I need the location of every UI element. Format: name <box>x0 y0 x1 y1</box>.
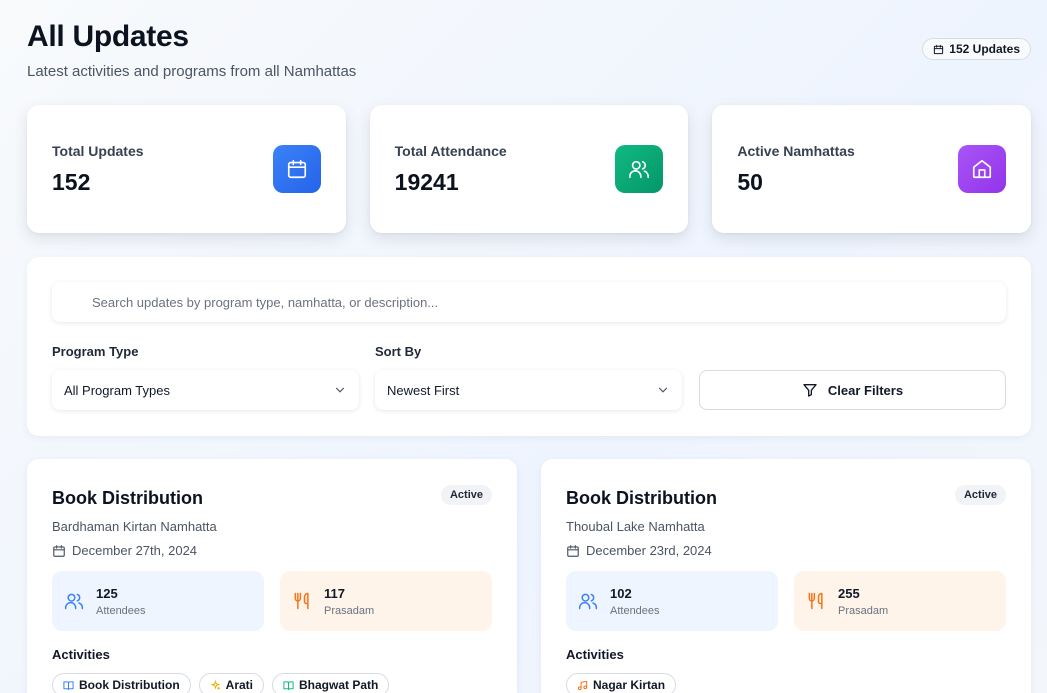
book-icon <box>283 680 294 690</box>
update-date: December 23rd, 2024 <box>566 543 1006 558</box>
updates-list: Book Distribution Active Bardhaman Kirta… <box>27 459 1031 693</box>
update-title: Book Distribution <box>566 488 717 508</box>
update-card[interactable]: Book Distribution Active Bardhaman Kirta… <box>27 459 517 693</box>
activity-label: Book Distribution <box>79 678 180 692</box>
update-card[interactable]: Book Distribution Active Thoubal Lake Na… <box>541 459 1031 693</box>
calendar-icon <box>567 544 579 557</box>
calendar-icon <box>53 544 65 557</box>
users-icon <box>615 145 664 193</box>
sort-by-value: Newest First <box>387 382 460 398</box>
chevron-down-icon <box>658 387 668 393</box>
search-box <box>52 282 1006 322</box>
update-title: Book Distribution <box>52 488 203 508</box>
attendees-metric: 125 Attendees <box>52 571 264 631</box>
utensils-icon <box>294 592 309 610</box>
attendees-label: Attendees <box>610 604 660 617</box>
program-type-label: Program Type <box>52 344 139 359</box>
updates-count-badge: 152 Updates <box>922 38 1031 60</box>
program-type-select[interactable]: All Program Types <box>52 370 359 410</box>
filter-icon <box>803 384 817 397</box>
update-metrics: 125 Attendees 117 Prasadam <box>52 571 492 631</box>
activity-chips: Book Distribution Arati Bhagwat Path <box>52 673 492 693</box>
attendees-count: 125 <box>96 585 118 601</box>
book-icon <box>63 680 74 690</box>
users-icon <box>578 593 598 610</box>
sort-by-select[interactable]: Newest First <box>375 370 682 410</box>
sort-by-label: Sort By <box>375 344 422 359</box>
users-icon <box>64 593 84 610</box>
activity-chips: Nagar Kirtan <box>566 673 1006 693</box>
filters-panel: Program Type All Program Types Sort By N… <box>27 257 1031 436</box>
program-type-value: All Program Types <box>64 382 170 398</box>
calendar-icon <box>934 44 944 54</box>
stat-card-active-namhattas: Active Namhattas 50 <box>712 105 1032 233</box>
attendees-label: Attendees <box>96 604 146 617</box>
activity-chip: Bhagwat Path <box>272 673 390 693</box>
prasadam-count: 117 <box>324 585 345 601</box>
music-icon <box>577 680 588 690</box>
update-namhatta: Thoubal Lake Namhatta <box>566 519 705 534</box>
attendees-count: 102 <box>610 585 632 601</box>
stats-row: Total Updates 152 Total Attendance 19241… <box>27 105 1032 233</box>
page-subtitle: Latest activities and programs from all … <box>27 63 357 80</box>
prasadam-metric: 255 Prasadam <box>794 571 1006 631</box>
prasadam-label: Prasadam <box>838 604 889 617</box>
activity-label: Nagar Kirtan <box>593 678 666 692</box>
update-date: December 27th, 2024 <box>52 543 492 558</box>
clear-filters-button[interactable]: Clear Filters <box>699 370 1006 410</box>
status-badge: Active <box>440 485 492 505</box>
update-metrics: 102 Attendees 255 Prasadam <box>566 571 1006 631</box>
activity-label: Arati <box>225 678 254 692</box>
home-icon <box>958 145 1007 193</box>
prasadam-label: Prasadam <box>324 604 375 617</box>
activity-chip: Nagar Kirtan <box>566 673 677 693</box>
page-title: All Updates <box>27 20 189 53</box>
activities-title: Activities <box>566 647 624 662</box>
sparkle-icon <box>210 679 221 690</box>
prasadam-count: 255 <box>838 585 860 601</box>
update-date-text: December 23rd, 2024 <box>586 543 712 558</box>
attendees-metric: 102 Attendees <box>566 571 778 631</box>
stat-card-total-attendance: Total Attendance 19241 <box>369 105 689 233</box>
stat-card-total-updates: Total Updates 152 <box>27 105 346 233</box>
activity-chip: Arati <box>198 673 265 693</box>
status-badge: Active <box>954 485 1006 505</box>
prasadam-metric: 117 Prasadam <box>280 571 492 631</box>
clear-filters-label: Clear Filters <box>827 382 904 398</box>
calendar-icon <box>272 145 321 193</box>
search-input[interactable] <box>52 294 1006 310</box>
utensils-icon <box>808 592 823 610</box>
update-namhatta: Bardhaman Kirtan Namhatta <box>52 519 217 534</box>
activity-chip: Book Distribution <box>52 673 191 693</box>
updates-count-text: 152 Updates <box>949 42 1020 56</box>
page-header: All Updates Latest activities and progra… <box>27 20 1031 90</box>
activities-title: Activities <box>52 647 110 662</box>
activity-label: Bhagwat Path <box>299 678 379 692</box>
chevron-down-icon <box>335 387 345 393</box>
update-date-text: December 27th, 2024 <box>72 543 198 558</box>
